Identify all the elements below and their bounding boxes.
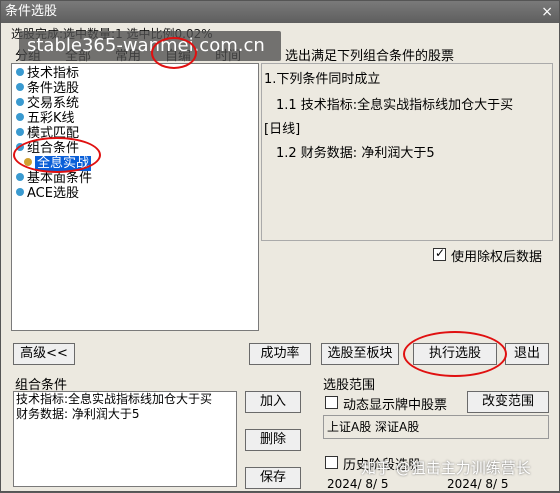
right-heading: 选出满足下列组合条件的股票	[285, 49, 455, 64]
condition-select-window: 条件选股 × 选股完成:选中数量:1 选中比例0.02% 分组全部常用自编时间 …	[0, 0, 560, 492]
market-range-field[interactable]: 上证A股 深证A股	[323, 415, 549, 439]
tree-node-icon	[16, 188, 24, 196]
success-rate-button[interactable]: 成功率	[249, 343, 311, 365]
end-date-field[interactable]: 2024/ 8/ 5	[447, 477, 509, 493]
tree-node-icon	[16, 98, 24, 106]
start-date-field[interactable]: 2024/ 8/ 5	[327, 477, 389, 493]
title-bar: 条件选股 ×	[1, 1, 559, 23]
history-select-checkbox[interactable]	[325, 456, 338, 469]
remove-button[interactable]: 删除	[245, 429, 301, 451]
use-adjusted-label: 使用除权后数据	[451, 250, 543, 265]
desc-line: 1.1 技术指标:全息实战指标线加仓大于买	[276, 98, 514, 113]
annotation-circle-execute	[403, 331, 507, 377]
combo-conditions-list[interactable]: 技术指标:全息实战指标线加仓大于买 财务数据: 净利润大于5	[13, 391, 237, 487]
tree-node-icon	[16, 128, 24, 136]
tree-item-candlestick[interactable]: 五彩K线	[16, 111, 75, 126]
to-block-button[interactable]: 选股至板块	[321, 343, 399, 365]
range-label: 选股范围	[323, 378, 376, 393]
desc-line: 1.下列条件同时成立	[264, 72, 381, 87]
dynamic-display-checkbox[interactable]	[325, 396, 338, 409]
save-button[interactable]: 保存	[245, 467, 301, 489]
site-watermark: stable365-wanmei.com.cn	[19, 31, 281, 61]
annotation-circle-tab	[151, 37, 197, 69]
add-button[interactable]: 加入	[245, 391, 301, 413]
annotation-circle-tree	[13, 137, 101, 173]
condition-description: 1.下列条件同时成立 1.1 技术指标:全息实战指标线加仓大于买 [日线] 1.…	[261, 63, 553, 241]
advanced-button[interactable]: 高级<<	[13, 343, 75, 365]
tree-item-ace[interactable]: ACE选股	[16, 186, 79, 201]
desc-line: 1.2 财务数据: 净利润大于5	[276, 146, 435, 161]
condition-tree[interactable]: 技术指标 条件选股 交易系统 五彩K线 模式匹配 组合条件 全息实战 基本面条件…	[11, 63, 259, 331]
tree-item-trading-system[interactable]: 交易系统	[16, 96, 79, 111]
zhihu-watermark: 知乎 @狙击主力训练营长	[361, 459, 531, 477]
tree-node-icon	[16, 68, 24, 76]
tree-node-icon	[16, 83, 24, 91]
list-item[interactable]: 技术指标:全息实战指标线加仓大于买	[14, 392, 236, 407]
tree-item-technical[interactable]: 技术指标	[16, 66, 79, 81]
tree-node-icon	[16, 173, 24, 181]
change-range-button[interactable]: 改变范围	[467, 391, 549, 413]
tree-node-icon	[16, 113, 24, 121]
tree-item-fundamental[interactable]: 基本面条件	[16, 171, 92, 186]
list-item[interactable]: 财务数据: 净利润大于5	[14, 407, 236, 422]
tree-item-condition[interactable]: 条件选股	[16, 81, 79, 96]
exit-button[interactable]: 退出	[505, 343, 549, 365]
close-icon[interactable]: ×	[541, 1, 553, 23]
use-adjusted-checkbox[interactable]	[433, 246, 446, 261]
window-title: 条件选股	[5, 4, 58, 19]
desc-line: [日线]	[264, 122, 301, 137]
dynamic-display-label: 动态显示牌中股票	[343, 398, 448, 413]
